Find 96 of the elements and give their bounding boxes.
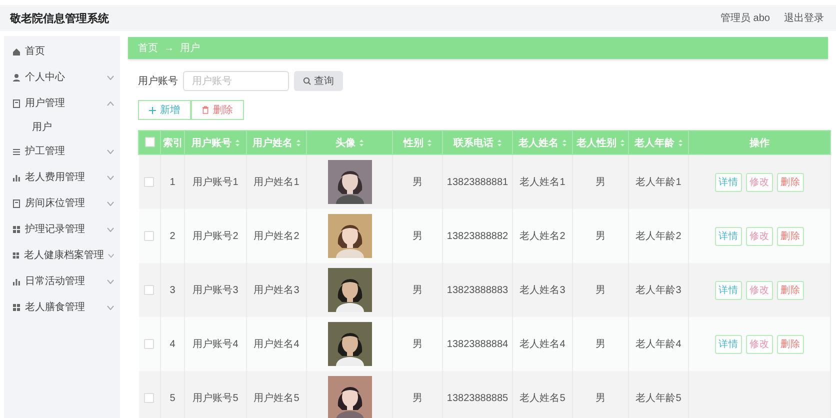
admin-user-label: 管理员 abo: [720, 12, 770, 25]
table-cell: 男: [596, 231, 606, 242]
app-title: 敬老院信息管理系统: [10, 12, 109, 26]
table-cell: 老人姓名3: [520, 285, 566, 296]
grid-icon: [12, 302, 21, 312]
details-button[interactable]: 详情: [715, 280, 742, 300]
grid-icon: [12, 250, 20, 260]
sidebar-item[interactable]: 个人中心: [4, 64, 120, 90]
table-cell: 13823888885: [446, 392, 508, 404]
sidebar-item[interactable]: 首页: [4, 38, 120, 64]
table-cell: 用户账号3: [192, 285, 238, 296]
table-cell: 男: [412, 339, 422, 350]
table-cell: 男: [412, 393, 422, 404]
table-cell: 男: [596, 393, 606, 404]
table-cell: 1: [170, 176, 176, 188]
table-cell: 用户账号1: [192, 177, 238, 188]
edit-button[interactable]: 修改: [746, 280, 773, 300]
home-icon: [12, 46, 21, 56]
table-cell: 用户账号2: [192, 231, 238, 242]
delete-button[interactable]: 删除: [777, 334, 804, 354]
table-cell: 5: [170, 392, 176, 404]
list-icon: [12, 146, 21, 156]
sidebar-item[interactable]: 老人健康档案管理: [4, 242, 120, 268]
table-cell: 老人姓名1: [520, 177, 566, 188]
delete-button[interactable]: 删除: [777, 172, 804, 192]
table-cell: 男: [596, 339, 606, 350]
row-checkbox[interactable]: [144, 230, 154, 241]
table-cell: 用户姓名4: [254, 339, 300, 350]
edit-button[interactable]: 修改: [746, 334, 773, 354]
table-cell: 用户姓名3: [254, 285, 300, 296]
table-cell: 男: [412, 231, 422, 242]
column-header-label[interactable]: 头像: [336, 136, 356, 150]
bar-chart-icon: [12, 172, 21, 182]
sidebar-item[interactable]: 老人膳食管理: [4, 294, 120, 320]
details-button[interactable]: 详情: [715, 226, 742, 246]
person-icon: [12, 72, 21, 82]
table-cell: 男: [596, 285, 606, 296]
select-all-checkbox[interactable]: [144, 137, 154, 148]
table-cell: 老人年龄3: [636, 285, 682, 296]
table-cell: 3: [170, 284, 176, 296]
column-header: 操作: [750, 136, 770, 150]
table-cell: 13823888883: [446, 284, 508, 296]
table-cell: 老人年龄4: [636, 339, 682, 350]
sidebar-item[interactable]: 房间床位管理: [4, 190, 120, 216]
table-cell: 老人姓名4: [520, 339, 566, 350]
row-checkbox[interactable]: [144, 284, 154, 295]
trash-icon: [202, 106, 209, 114]
edit-button[interactable]: 修改: [746, 172, 773, 192]
table-cell: 用户姓名5: [254, 393, 300, 404]
column-header: 索引: [163, 136, 183, 150]
row-checkbox[interactable]: [144, 392, 154, 403]
sidebar-item[interactable]: 护工管理: [4, 138, 120, 164]
breadcrumb-separator: →: [164, 42, 174, 54]
delete-button[interactable]: 删除: [777, 280, 804, 300]
building-icon: [12, 98, 21, 108]
details-button[interactable]: 详情: [715, 334, 742, 354]
table-cell: 老人年龄2: [636, 231, 682, 242]
table-cell: 用户姓名1: [254, 177, 300, 188]
breadcrumb-item[interactable]: 首页: [138, 41, 158, 55]
sidebar-item[interactable]: 日常活动管理: [4, 268, 120, 294]
table-cell: 男: [412, 177, 422, 188]
row-checkbox[interactable]: [144, 338, 154, 349]
plus-icon: [149, 106, 156, 114]
delete-button[interactable]: 删除: [777, 226, 804, 246]
table-cell: 2: [170, 230, 176, 242]
table-cell: 老人姓名5: [520, 393, 566, 404]
add-button[interactable]: 新增: [138, 100, 191, 120]
table-cell: 4: [170, 338, 176, 350]
delete-button[interactable]: 删除: [191, 100, 244, 120]
search-label: 用户账号: [138, 74, 178, 88]
table-cell: 老人姓名2: [520, 231, 566, 242]
details-button[interactable]: 详情: [715, 172, 742, 192]
sidebar-subitem[interactable]: 用户: [4, 116, 120, 138]
table-cell: 男: [412, 285, 422, 296]
table-cell: 13823888881: [446, 176, 508, 188]
search-button[interactable]: 查询: [294, 71, 343, 91]
sidebar-item[interactable]: 老人费用管理: [4, 164, 120, 190]
breadcrumb-item: 用户: [180, 42, 200, 55]
table-cell: 用户姓名2: [254, 231, 300, 242]
table-cell: 13823888882: [446, 230, 508, 242]
table-cell: 13823888884: [446, 338, 508, 350]
grid-icon: [12, 224, 21, 234]
logout-link[interactable]: 退出登录: [784, 11, 824, 25]
sidebar-item[interactable]: 用户管理: [4, 90, 120, 116]
table-cell: 老人年龄1: [636, 177, 682, 188]
table-cell: 用户账号5: [192, 393, 238, 404]
building-icon: [12, 198, 21, 208]
sidebar-item[interactable]: 护理记录管理: [4, 216, 120, 242]
search-icon: [303, 77, 311, 85]
table-cell: 用户账号4: [192, 339, 238, 350]
bar-chart-icon: [12, 276, 21, 286]
search-field[interactable]: 用户账号: [183, 71, 289, 91]
edit-button[interactable]: 修改: [746, 226, 773, 246]
table-cell: 男: [596, 177, 606, 188]
row-checkbox[interactable]: [144, 176, 154, 187]
table-cell: 老人年龄5: [636, 393, 682, 404]
